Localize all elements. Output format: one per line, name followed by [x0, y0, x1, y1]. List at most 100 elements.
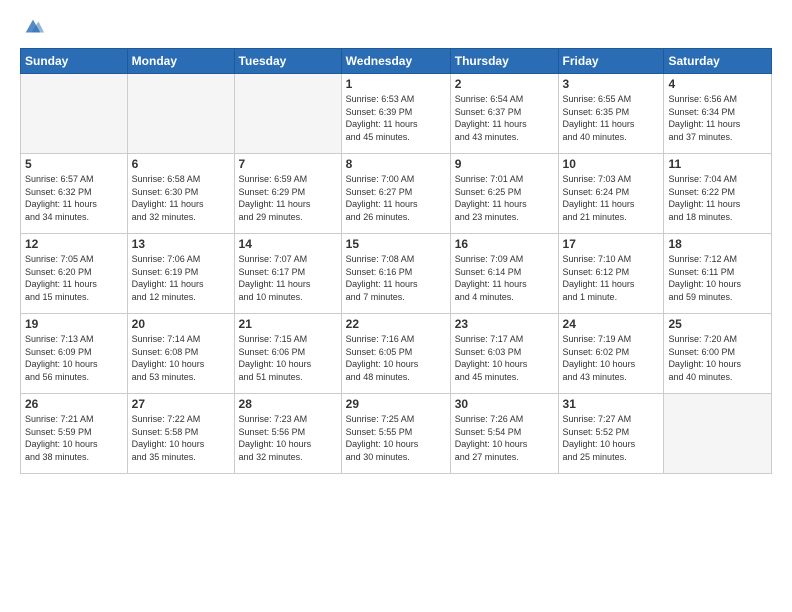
day-number: 29 [346, 397, 446, 411]
day-cell-11: 11Sunrise: 7:04 AM Sunset: 6:22 PM Dayli… [664, 154, 772, 234]
day-number: 20 [132, 317, 230, 331]
day-number: 19 [25, 317, 123, 331]
day-info: Sunrise: 7:03 AM Sunset: 6:24 PM Dayligh… [563, 173, 660, 223]
week-row-1: 1 Sunrise: 6:53 AM Sunset: 6:39 PM Daylig… [21, 74, 772, 154]
day-cell-12: 12 Sunrise: 7:05 AM Sunset: 6:20 PM Dayli… [21, 234, 128, 314]
empty-cell [664, 394, 772, 474]
day-info: Sunrise: 6:54 AM Sunset: 6:37 PM Dayligh… [455, 93, 554, 143]
day-cell-29: 29 Sunrise: 7:25 AM Sunset: 5:55 PM Dayli… [341, 394, 450, 474]
page: SundayMondayTuesdayWednesdayThursdayFrid… [0, 0, 792, 612]
day-number: 16 [455, 237, 554, 251]
day-cell-8: 8Sunrise: 7:00 AM Sunset: 6:27 PM Daylig… [341, 154, 450, 234]
day-number: 4 [668, 77, 767, 91]
weekday-header-monday: Monday [127, 49, 234, 74]
day-info: Sunrise: 6:53 AM Sunset: 6:39 PM Dayligh… [346, 93, 446, 143]
day-cell-5: 5 Sunrise: 6:57 AM Sunset: 6:32 PM Daylig… [21, 154, 128, 234]
day-cell-2: 2 Sunrise: 6:54 AM Sunset: 6:37 PM Daylig… [450, 74, 558, 154]
day-cell-1: 1 Sunrise: 6:53 AM Sunset: 6:39 PM Daylig… [341, 74, 450, 154]
weekday-header-sunday: Sunday [21, 49, 128, 74]
day-cell-14: 14Sunrise: 7:07 AM Sunset: 6:17 PM Dayli… [234, 234, 341, 314]
day-number: 17 [563, 237, 660, 251]
day-number: 24 [563, 317, 660, 331]
day-info: Sunrise: 7:26 AM Sunset: 5:54 PM Dayligh… [455, 413, 554, 463]
day-info: Sunrise: 7:23 AM Sunset: 5:56 PM Dayligh… [239, 413, 337, 463]
day-number: 14 [239, 237, 337, 251]
weekday-header-wednesday: Wednesday [341, 49, 450, 74]
day-info: Sunrise: 7:06 AM Sunset: 6:19 PM Dayligh… [132, 253, 230, 303]
day-info: Sunrise: 7:10 AM Sunset: 6:12 PM Dayligh… [563, 253, 660, 303]
day-number: 26 [25, 397, 123, 411]
day-cell-26: 26 Sunrise: 7:21 AM Sunset: 5:59 PM Dayli… [21, 394, 128, 474]
day-info: Sunrise: 7:09 AM Sunset: 6:14 PM Dayligh… [455, 253, 554, 303]
day-info: Sunrise: 7:04 AM Sunset: 6:22 PM Dayligh… [668, 173, 767, 223]
logo [20, 16, 44, 38]
day-cell-9: 9 Sunrise: 7:01 AM Sunset: 6:25 PM Daylig… [450, 154, 558, 234]
day-info: Sunrise: 7:12 AM Sunset: 6:11 PM Dayligh… [668, 253, 767, 303]
day-info: Sunrise: 7:16 AM Sunset: 6:05 PM Dayligh… [346, 333, 446, 383]
day-info: Sunrise: 7:27 AM Sunset: 5:52 PM Dayligh… [563, 413, 660, 463]
day-number: 23 [455, 317, 554, 331]
day-info: Sunrise: 7:13 AM Sunset: 6:09 PM Dayligh… [25, 333, 123, 383]
day-info: Sunrise: 6:58 AM Sunset: 6:30 PM Dayligh… [132, 173, 230, 223]
day-cell-25: 25Sunrise: 7:20 AM Sunset: 6:00 PM Dayli… [664, 314, 772, 394]
calendar: SundayMondayTuesdayWednesdayThursdayFrid… [20, 48, 772, 474]
day-cell-18: 18 Sunrise: 7:12 AM Sunset: 6:11 PM Dayli… [664, 234, 772, 314]
day-info: Sunrise: 7:05 AM Sunset: 6:20 PM Dayligh… [25, 253, 123, 303]
day-cell-15: 15Sunrise: 7:08 AM Sunset: 6:16 PM Dayli… [341, 234, 450, 314]
day-number: 5 [25, 157, 123, 171]
day-cell-6: 6 Sunrise: 6:58 AM Sunset: 6:30 PM Daylig… [127, 154, 234, 234]
weekday-header-saturday: Saturday [664, 49, 772, 74]
day-cell-17: 17 Sunrise: 7:10 AM Sunset: 6:12 PM Dayli… [558, 234, 664, 314]
day-number: 6 [132, 157, 230, 171]
day-info: Sunrise: 7:15 AM Sunset: 6:06 PM Dayligh… [239, 333, 337, 383]
day-info: Sunrise: 7:00 AM Sunset: 6:27 PM Dayligh… [346, 173, 446, 223]
day-cell-3: 3Sunrise: 6:55 AM Sunset: 6:35 PM Daylig… [558, 74, 664, 154]
day-info: Sunrise: 7:21 AM Sunset: 5:59 PM Dayligh… [25, 413, 123, 463]
weekday-header-tuesday: Tuesday [234, 49, 341, 74]
day-info: Sunrise: 6:55 AM Sunset: 6:35 PM Dayligh… [563, 93, 660, 143]
week-row-3: 12 Sunrise: 7:05 AM Sunset: 6:20 PM Dayli… [21, 234, 772, 314]
day-info: Sunrise: 7:17 AM Sunset: 6:03 PM Dayligh… [455, 333, 554, 383]
day-cell-4: 4 Sunrise: 6:56 AM Sunset: 6:34 PM Daylig… [664, 74, 772, 154]
day-number: 28 [239, 397, 337, 411]
week-row-5: 26 Sunrise: 7:21 AM Sunset: 5:59 PM Dayli… [21, 394, 772, 474]
day-cell-7: 7 Sunrise: 6:59 AM Sunset: 6:29 PM Daylig… [234, 154, 341, 234]
day-cell-13: 13 Sunrise: 7:06 AM Sunset: 6:19 PM Dayli… [127, 234, 234, 314]
day-cell-24: 24 Sunrise: 7:19 AM Sunset: 6:02 PM Dayli… [558, 314, 664, 394]
day-cell-31: 31Sunrise: 7:27 AM Sunset: 5:52 PM Dayli… [558, 394, 664, 474]
empty-cell [234, 74, 341, 154]
day-info: Sunrise: 7:20 AM Sunset: 6:00 PM Dayligh… [668, 333, 767, 383]
week-row-4: 19 Sunrise: 7:13 AM Sunset: 6:09 PM Dayli… [21, 314, 772, 394]
day-info: Sunrise: 7:19 AM Sunset: 6:02 PM Dayligh… [563, 333, 660, 383]
empty-cell [127, 74, 234, 154]
day-cell-19: 19 Sunrise: 7:13 AM Sunset: 6:09 PM Dayli… [21, 314, 128, 394]
day-cell-10: 10Sunrise: 7:03 AM Sunset: 6:24 PM Dayli… [558, 154, 664, 234]
day-number: 7 [239, 157, 337, 171]
weekday-header-row: SundayMondayTuesdayWednesdayThursdayFrid… [21, 49, 772, 74]
day-info: Sunrise: 6:56 AM Sunset: 6:34 PM Dayligh… [668, 93, 767, 143]
day-info: Sunrise: 7:08 AM Sunset: 6:16 PM Dayligh… [346, 253, 446, 303]
day-cell-22: 22 Sunrise: 7:16 AM Sunset: 6:05 PM Dayli… [341, 314, 450, 394]
weekday-header-thursday: Thursday [450, 49, 558, 74]
day-number: 13 [132, 237, 230, 251]
day-number: 1 [346, 77, 446, 91]
day-info: Sunrise: 7:01 AM Sunset: 6:25 PM Dayligh… [455, 173, 554, 223]
day-cell-30: 30Sunrise: 7:26 AM Sunset: 5:54 PM Dayli… [450, 394, 558, 474]
week-row-2: 5 Sunrise: 6:57 AM Sunset: 6:32 PM Daylig… [21, 154, 772, 234]
day-cell-20: 20 Sunrise: 7:14 AM Sunset: 6:08 PM Dayli… [127, 314, 234, 394]
header [20, 16, 772, 38]
day-number: 18 [668, 237, 767, 251]
day-info: Sunrise: 7:25 AM Sunset: 5:55 PM Dayligh… [346, 413, 446, 463]
day-number: 21 [239, 317, 337, 331]
day-number: 12 [25, 237, 123, 251]
day-info: Sunrise: 7:14 AM Sunset: 6:08 PM Dayligh… [132, 333, 230, 383]
logo-icon [22, 16, 44, 38]
day-number: 22 [346, 317, 446, 331]
day-number: 2 [455, 77, 554, 91]
weekday-header-friday: Friday [558, 49, 664, 74]
day-info: Sunrise: 6:59 AM Sunset: 6:29 PM Dayligh… [239, 173, 337, 223]
day-info: Sunrise: 6:57 AM Sunset: 6:32 PM Dayligh… [25, 173, 123, 223]
day-cell-21: 21 Sunrise: 7:15 AM Sunset: 6:06 PM Dayli… [234, 314, 341, 394]
day-number: 9 [455, 157, 554, 171]
day-info: Sunrise: 7:22 AM Sunset: 5:58 PM Dayligh… [132, 413, 230, 463]
